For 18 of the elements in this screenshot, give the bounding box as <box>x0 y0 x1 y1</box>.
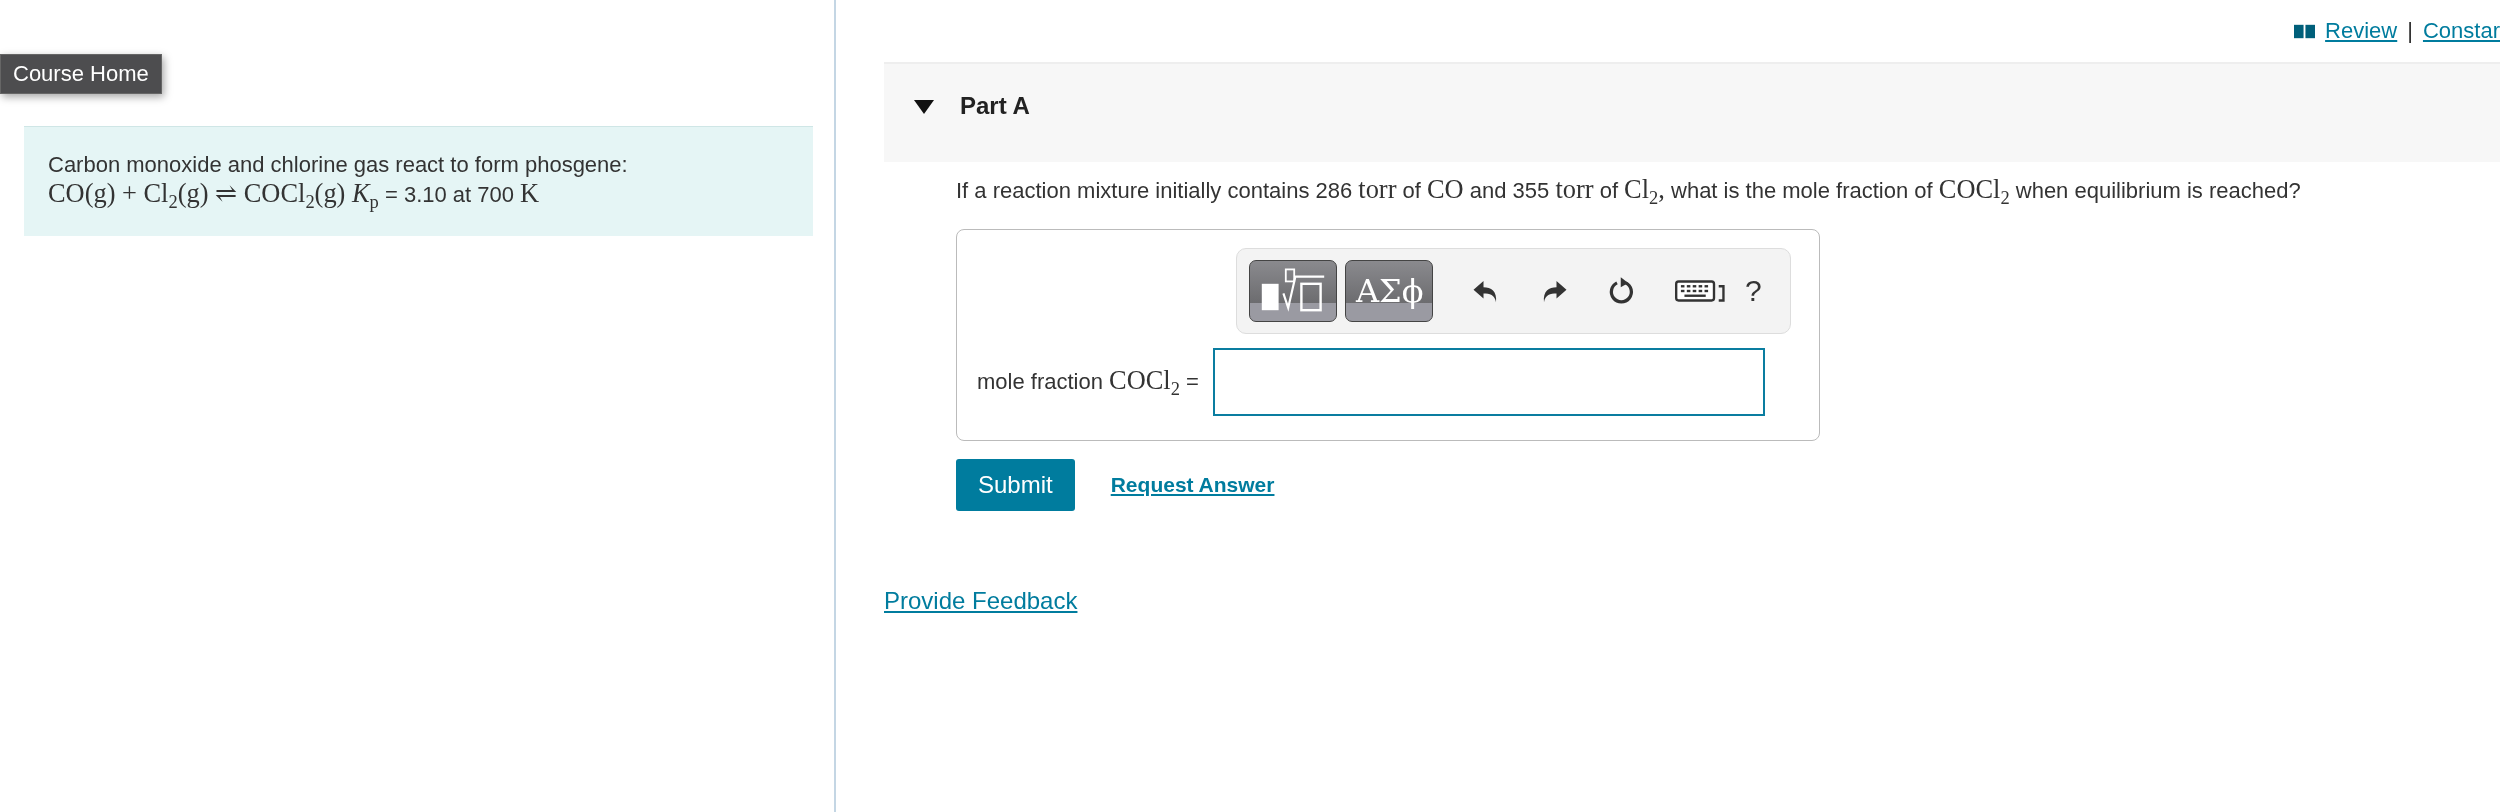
request-answer-link[interactable]: Request Answer <box>1110 473 1275 498</box>
help-button[interactable]: ? <box>1745 274 1762 309</box>
intro-text: CO(g) + Cl$_{2}$(g) ⇌ COCl$_{2}$(g) K$_{p}$ = 3.10 at 700 K <box>48 179 541 215</box>
course-home-button[interactable]: Course Home <box>0 54 162 94</box>
review-link[interactable]: Review <box>2325 18 2398 44</box>
link-separator: | <box>2407 18 2413 44</box>
templates-button[interactable] <box>1249 260 1337 323</box>
submit-button[interactable]: Submit <box>956 459 1075 512</box>
greek-symbols-button[interactable]: ΑΣϕ <box>1345 260 1433 323</box>
part-title: Part A <box>960 92 1030 120</box>
intro-text: Carbon monoxide and chlorine gas react to form phosgene: <box>48 151 629 179</box>
resource-link[interactable]: Constar <box>2422 18 2500 44</box>
book-icon <box>2294 23 2316 39</box>
question-text: If a reaction mixture initially contains 286 torr of CO and 355 torr of Cl$_{2}$, what is the mole fraction of COCl$_{2}$ when equilibrium is reached? <box>956 174 2302 210</box>
provide-feedback-link[interactable]: Provide Feedback <box>884 587 1078 616</box>
answer-label: mole fraction COCl$_{2}$ = <box>977 364 1199 400</box>
keyboard-icon[interactable] <box>1675 279 1727 304</box>
answer-input[interactable] <box>1212 348 1765 417</box>
